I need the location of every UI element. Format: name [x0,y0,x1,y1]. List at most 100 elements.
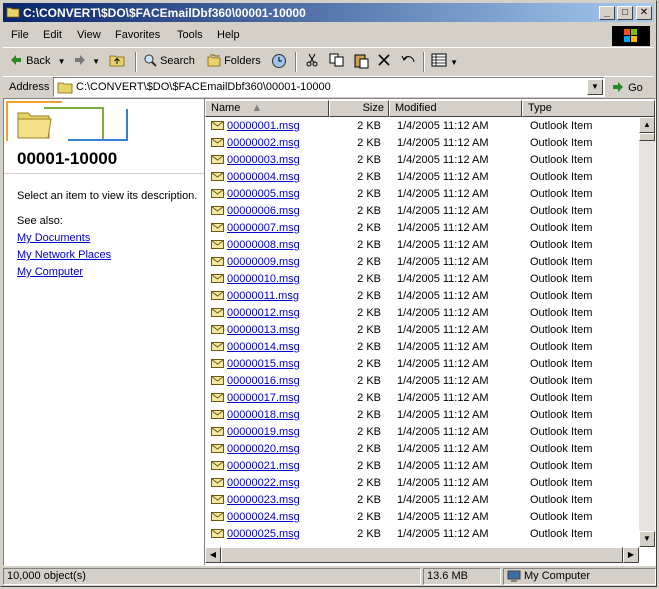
file-row[interactable]: 00000019.msg 2 KB 1/4/2005 11:12 AM Outlook… [205,423,638,440]
scroll-down-button[interactable]: ▼ [639,531,655,547]
file-row[interactable]: 00000008.msg 2 KB 1/4/2005 11:12 AM Outlook… [205,236,638,253]
file-name[interactable]: 00000014.msg [227,341,300,353]
file-size: 2 KB [357,460,381,472]
file-row[interactable]: 00000005.msg 2 KB 1/4/2005 11:12 AM Outlook… [205,185,638,202]
file-type: Outlook Item [530,137,593,149]
file-name[interactable]: 00000006.msg [227,205,300,217]
file-row[interactable]: 00000015.msg 2 KB 1/4/2005 11:12 AM Outlook… [205,355,638,372]
file-row[interactable]: 00000001.msg 2 KB 1/4/2005 11:12 AM Outlook… [205,117,638,134]
maximize-button[interactable]: □ [617,6,633,20]
file-type: Outlook Item [530,120,593,132]
file-row[interactable]: 00000021.msg 2 KB 1/4/2005 11:12 AM Outlook… [205,457,638,474]
link-my-computer[interactable]: My Computer [17,266,83,278]
file-name[interactable]: 00000019.msg [227,426,300,438]
horizontal-scroll-thumb[interactable] [221,547,623,563]
file-type: Outlook Item [530,426,593,438]
delete-button[interactable] [377,53,391,71]
horizontal-scrollbar[interactable]: ◀ ▶ [205,547,639,563]
scroll-up-button[interactable]: ▲ [639,117,655,133]
file-row[interactable]: 00000020.msg 2 KB 1/4/2005 11:12 AM Outlook… [205,440,638,457]
file-row[interactable]: 00000014.msg 2 KB 1/4/2005 11:12 AM Outlook… [205,338,638,355]
scroll-left-button[interactable]: ◀ [205,547,221,563]
file-row[interactable]: 00000003.msg 2 KB 1/4/2005 11:12 AM Outlook… [205,151,638,168]
file-name[interactable]: 00000010.msg [227,273,300,285]
folders-button[interactable]: Folders [207,53,261,71]
file-row[interactable]: 00000009.msg 2 KB 1/4/2005 11:12 AM Outlook… [205,253,638,270]
column-header-modified[interactable]: Modified [389,100,522,117]
close-button[interactable]: ✕ [636,6,652,20]
file-name[interactable]: 00000008.msg [227,239,300,251]
views-button[interactable]: ▼ [431,53,458,71]
file-size: 2 KB [357,443,381,455]
forward-button[interactable]: ▼ [73,53,100,71]
file-row[interactable]: 00000018.msg 2 KB 1/4/2005 11:12 AM Outlook… [205,406,638,423]
file-row[interactable]: 00000024.msg 2 KB 1/4/2005 11:12 AM Outlook… [205,508,638,525]
file-name[interactable]: 00000015.msg [227,358,300,370]
forward-dropdown-icon[interactable]: ▼ [92,57,100,66]
file-name[interactable]: 00000011.msg [227,290,299,302]
mail-message-icon [211,376,224,385]
file-name[interactable]: 00000003.msg [227,154,300,166]
minimize-button[interactable]: _ [599,6,615,20]
back-dropdown-icon[interactable]: ▼ [58,57,66,66]
file-name[interactable]: 00000018.msg [227,409,300,421]
column-header-name[interactable]: Name ▲ [205,100,329,117]
file-row[interactable]: 00000016.msg 2 KB 1/4/2005 11:12 AM Outlook… [205,372,638,389]
file-size: 2 KB [357,290,381,302]
vertical-scrollbar[interactable]: ▲ ▼ [639,117,655,547]
file-name[interactable]: 00000016.msg [227,375,300,387]
file-row[interactable]: 00000007.msg 2 KB 1/4/2005 11:12 AM Outlook… [205,219,638,236]
column-header-type[interactable]: Type [522,100,655,117]
undo-button[interactable] [401,53,417,71]
back-button[interactable]: Back ▼ [9,53,66,71]
menu-tools[interactable]: Tools [177,29,203,41]
menu-favorites[interactable]: Favorites [115,29,160,41]
file-row[interactable]: 00000006.msg 2 KB 1/4/2005 11:12 AM Outlook… [205,202,638,219]
title-bar[interactable]: C:\CONVERT\$DO\$FACEmailDbf360\00001-100… [3,3,654,22]
menu-edit[interactable]: Edit [43,29,62,41]
copy-button[interactable] [329,53,345,71]
file-name[interactable]: 00000004.msg [227,171,300,183]
file-name[interactable]: 00000023.msg [227,494,300,506]
search-button[interactable]: Search [143,53,195,71]
file-row[interactable]: 00000023.msg 2 KB 1/4/2005 11:12 AM Outlook… [205,491,638,508]
file-name[interactable]: 00000021.msg [227,460,300,472]
file-name[interactable]: 00000009.msg [227,256,300,268]
link-my-documents[interactable]: My Documents [17,232,90,244]
file-name[interactable]: 00000002.msg [227,137,300,149]
menu-help[interactable]: Help [217,29,240,41]
file-name[interactable]: 00000013.msg [227,324,300,336]
file-row[interactable]: 00000017.msg 2 KB 1/4/2005 11:12 AM Outlook… [205,389,638,406]
cut-button[interactable] [305,53,319,71]
address-field[interactable]: C:\CONVERT\$DO\$FACEmailDbf360\00001-100… [53,77,605,97]
file-name[interactable]: 00000022.msg [227,477,300,489]
file-row[interactable]: 00000025.msg 2 KB 1/4/2005 11:12 AM Outlook… [205,525,638,542]
file-row[interactable]: 00000022.msg 2 KB 1/4/2005 11:12 AM Outlook… [205,474,638,491]
file-row[interactable]: 00000010.msg 2 KB 1/4/2005 11:12 AM Outlook… [205,270,638,287]
file-name[interactable]: 00000024.msg [227,511,300,523]
file-row[interactable]: 00000004.msg 2 KB 1/4/2005 11:12 AM Outlook… [205,168,638,185]
column-header-size[interactable]: Size [329,100,389,117]
address-dropdown-button[interactable]: ▼ [587,79,603,95]
menu-file[interactable]: File [11,29,29,41]
history-button[interactable] [271,53,287,71]
file-name[interactable]: 00000012.msg [227,307,300,319]
vertical-scroll-thumb[interactable] [639,133,655,141]
file-row[interactable]: 00000002.msg 2 KB 1/4/2005 11:12 AM Outlook… [205,134,638,151]
up-button[interactable] [109,53,125,71]
file-row[interactable]: 00000012.msg 2 KB 1/4/2005 11:12 AM Outlook… [205,304,638,321]
views-dropdown-icon[interactable]: ▼ [450,58,458,67]
file-name[interactable]: 00000001.msg [227,120,300,132]
scroll-right-button[interactable]: ▶ [623,547,639,563]
go-button[interactable]: Go [611,80,643,94]
file-name[interactable]: 00000025.msg [227,528,300,540]
file-row[interactable]: 00000013.msg 2 KB 1/4/2005 11:12 AM Outlook… [205,321,638,338]
paste-button[interactable] [353,53,369,71]
file-name[interactable]: 00000017.msg [227,392,300,404]
link-my-network-places[interactable]: My Network Places [17,249,111,261]
file-name[interactable]: 00000007.msg [227,222,300,234]
file-name[interactable]: 00000005.msg [227,188,300,200]
file-row[interactable]: 00000011.msg 2 KB 1/4/2005 11:12 AM Outlook… [205,287,638,304]
file-name[interactable]: 00000020.msg [227,443,300,455]
menu-view[interactable]: View [77,29,101,41]
